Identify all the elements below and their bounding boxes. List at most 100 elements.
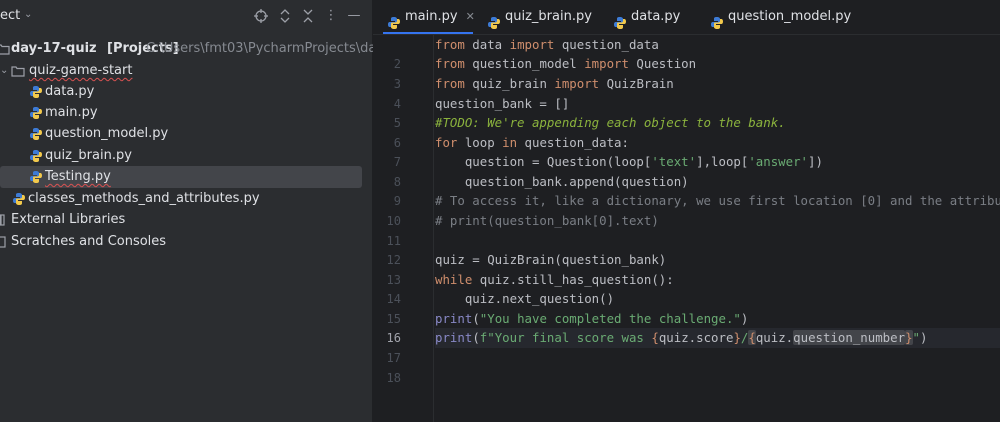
code-line[interactable]: for loop in question_data: — [435, 133, 1000, 153]
code-line[interactable]: # To access it, like a dictionary, we us… — [435, 191, 1000, 211]
code-text: ]) — [808, 154, 823, 169]
tree-row-project-root[interactable]: day-17-quiz [Projects] C:\Users\fmt03\Py… — [0, 38, 437, 60]
expand-all-icon[interactable] — [275, 6, 295, 26]
file-name: quiz_brain.py — [45, 148, 132, 163]
code-text: question_number — [793, 330, 906, 345]
file-name: classes_methods_and_attributes.py — [28, 191, 260, 206]
hide-panel-icon[interactable]: — — [344, 6, 364, 26]
code-text: question_bank.append(question) — [435, 174, 689, 189]
tab-main-py[interactable]: main.py ✕ — [383, 0, 475, 34]
code-line-current[interactable]: print(f"Your final score was {quiz.score… — [435, 328, 1000, 348]
line-number: 12 — [386, 253, 401, 267]
keyword: from — [435, 76, 465, 91]
line-number: 10 — [386, 214, 401, 228]
keyword: from — [435, 37, 465, 52]
code-editor[interactable]: from data import question_data from ques… — [435, 35, 1000, 422]
code-text: loop — [457, 135, 503, 150]
keyword: import — [584, 56, 629, 71]
close-icon[interactable]: ✕ — [466, 10, 475, 23]
code-text: quiz.still_has_question(): — [472, 272, 674, 287]
scratches-label: Scratches and Consoles — [11, 234, 167, 249]
line-number: 6 — [393, 136, 401, 150]
line-number: 7 — [393, 155, 401, 169]
code-text: ) — [920, 330, 928, 345]
string-literal: "You have completed the challenge." — [479, 311, 741, 326]
code-text: question_data: — [517, 135, 629, 150]
tree-row-file[interactable]: data.py — [0, 81, 372, 103]
code-text: question_model — [464, 56, 585, 71]
options-kebab-icon[interactable]: ⋮ — [321, 6, 341, 26]
python-file-icon — [29, 85, 43, 99]
tab-label: main.py — [405, 9, 458, 24]
python-file-icon — [487, 10, 501, 29]
chevron-down-icon[interactable]: ⌄ — [24, 9, 32, 20]
code-text: question_data — [554, 37, 659, 52]
line-number: 8 — [393, 175, 401, 189]
code-line[interactable]: question_bank.append(question) — [435, 172, 1000, 192]
code-line[interactable]: from question_model import Question — [435, 54, 1000, 74]
code-line[interactable]: # print(question_bank[0].text) — [435, 211, 1000, 231]
code-text: quiz.next_question() — [435, 291, 615, 306]
project-tool-window: ect ⌄ ⋮ — day-17-quiz [Projects] C:\User… — [0, 0, 437, 422]
todo-comment: #TODO: We're appending each object to th… — [435, 115, 786, 130]
external-libraries-label: External Libraries — [11, 212, 126, 227]
code-line[interactable]: quiz.next_question() — [435, 289, 1000, 309]
code-line[interactable]: print("You have completed the challenge.… — [435, 309, 1000, 329]
code-line[interactable]: #TODO: We're appending each object to th… — [435, 113, 1000, 133]
tab-label: question_model.py — [728, 9, 852, 24]
tree-row-file[interactable]: question_model.py — [0, 123, 372, 145]
tab-data-py[interactable]: data.py — [613, 0, 693, 34]
editor-tabs: main.py ✕ quiz_brain.py data.py question… — [373, 0, 1000, 35]
code-text: question_bank = [] — [435, 96, 570, 111]
line-number: 4 — [393, 97, 401, 111]
tree-row-file[interactable]: quiz_brain.py — [0, 145, 372, 167]
tree-row-external-libraries[interactable]: External Libraries — [0, 209, 372, 231]
tree-row-file[interactable]: classes_methods_and_attributes.py — [0, 188, 372, 210]
code-text: quiz. — [755, 330, 794, 345]
keyword: import — [554, 76, 600, 91]
editor-area: main.py ✕ quiz_brain.py data.py question… — [373, 0, 1000, 422]
folder-name: quiz-game-start — [29, 63, 133, 78]
tab-label: data.py — [631, 9, 681, 24]
string-literal: 'answer' — [748, 154, 809, 169]
file-name: main.py — [45, 105, 98, 120]
collapse-all-icon[interactable] — [298, 6, 318, 26]
line-number-gutter: 2 3 4 5 6 7 8 9 10 11 12 13 14 15 16 17 … — [373, 35, 433, 422]
code-text: Question — [628, 56, 697, 71]
chevron-down-icon[interactable]: ⌄ — [0, 60, 8, 82]
tree-row-folder[interactable]: ⌄ quiz-game-start — [0, 60, 372, 82]
code-line[interactable]: from data import question_data — [435, 35, 1000, 55]
gutter-divider — [433, 35, 434, 422]
line-number: 3 — [393, 77, 401, 91]
tab-label: quiz_brain.py — [505, 9, 592, 24]
code-line[interactable]: from quiz_brain import QuizBrain — [435, 74, 1000, 94]
line-number: 5 — [393, 116, 401, 130]
keyword: while — [435, 272, 473, 287]
tab-question-model-py[interactable]: question_model.py — [710, 0, 852, 34]
file-name: question_model.py — [45, 126, 169, 141]
builtin-function: print — [435, 330, 473, 345]
code-line[interactable]: quiz = QuizBrain(question_bank) — [435, 250, 1000, 270]
tab-quiz-brain-py[interactable]: quiz_brain.py — [483, 0, 593, 34]
locate-target-icon[interactable] — [251, 6, 271, 26]
line-number: 13 — [386, 273, 401, 287]
line-number: 14 — [386, 292, 401, 306]
project-root-name: day-17-quiz — [11, 41, 97, 56]
fstring-brace: { — [651, 330, 659, 345]
python-file-icon — [387, 10, 401, 29]
code-line[interactable]: while quiz.still_has_question(): — [435, 270, 1000, 290]
tree-row-scratches[interactable]: Scratches and Consoles — [0, 231, 372, 253]
project-panel-title[interactable]: ect — [0, 8, 20, 23]
line-number-current: 16 — [386, 331, 401, 345]
code-line[interactable]: question_bank = [] — [435, 94, 1000, 114]
code-line[interactable]: question = Question(loop['text'],loop['a… — [435, 152, 1000, 172]
line-number: 2 — [393, 57, 401, 71]
scratches-icon — [0, 235, 10, 249]
pycharm-window: ect ⌄ ⋮ — day-17-quiz [Projects] C:\User… — [0, 0, 1000, 422]
code-text: ],loop[ — [696, 154, 749, 169]
tree-row-file-selected[interactable]: Testing.py — [0, 166, 362, 188]
file-name: data.py — [45, 84, 95, 99]
keyword: import — [509, 37, 555, 52]
tree-row-file[interactable]: main.py — [0, 102, 372, 124]
fstring-brace: } — [733, 330, 741, 345]
